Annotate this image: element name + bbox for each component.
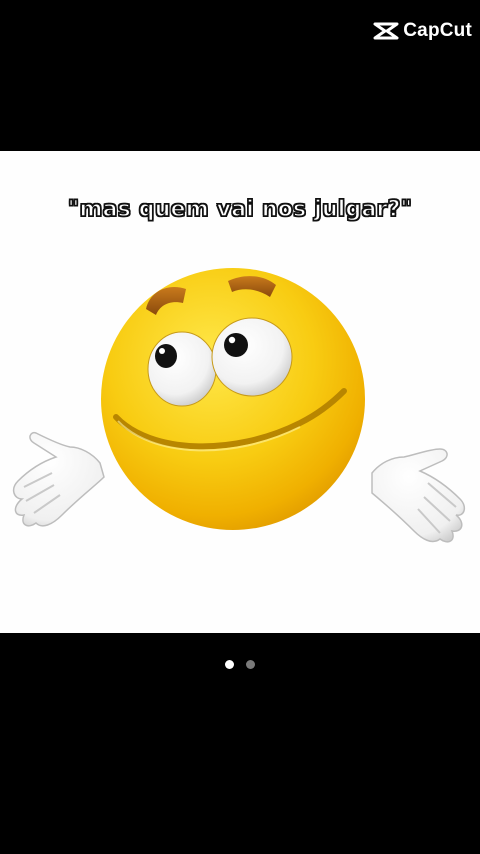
left-pupil-icon <box>155 344 177 368</box>
left-eye-icon <box>147 331 217 407</box>
caption-text: "mas quem vai nos julgar?" <box>67 196 413 222</box>
watermark-brand: CapCut <box>403 20 472 41</box>
capcut-watermark: CapCut <box>373 20 472 42</box>
right-eye-icon <box>211 317 293 397</box>
right-glove-icon <box>371 448 466 543</box>
capcut-logo-icon <box>373 22 399 40</box>
media-frame[interactable]: "mas quem vai nos julgar?" <box>0 151 480 633</box>
right-pupil-icon <box>224 333 248 357</box>
pagination-dots <box>0 660 480 669</box>
pagination-dot-2[interactable] <box>246 660 255 669</box>
emoji-face <box>101 268 365 530</box>
left-glove-icon <box>12 431 105 527</box>
pagination-dot-1[interactable] <box>225 660 234 669</box>
story-screen: CapCut "mas quem vai nos julgar?" <box>0 0 480 854</box>
shrugging-emoji <box>12 268 466 543</box>
